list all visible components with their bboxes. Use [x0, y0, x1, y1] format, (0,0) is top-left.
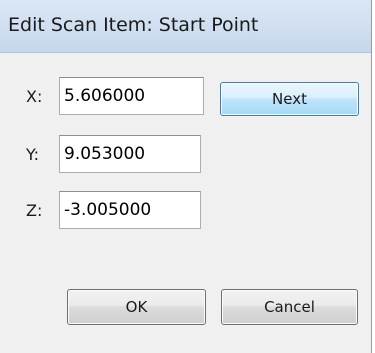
z-coordinate-input[interactable] — [59, 191, 201, 229]
y-coordinate-input[interactable] — [59, 135, 201, 173]
next-button[interactable]: Next — [220, 82, 359, 116]
cancel-button[interactable]: Cancel — [221, 289, 358, 325]
dialog-title: Edit Scan Item: Start Point — [8, 14, 259, 36]
dialog-title-bar[interactable]: Edit Scan Item: Start Point — [0, 0, 371, 53]
x-coordinate-input[interactable] — [59, 77, 204, 115]
edit-scan-item-dialog: Edit Scan Item: Start Point X: Y: Z: Nex… — [0, 0, 372, 353]
y-label: Y: — [26, 145, 40, 164]
x-label: X: — [26, 87, 43, 106]
z-label: Z: — [26, 201, 43, 220]
ok-button[interactable]: OK — [67, 289, 206, 325]
